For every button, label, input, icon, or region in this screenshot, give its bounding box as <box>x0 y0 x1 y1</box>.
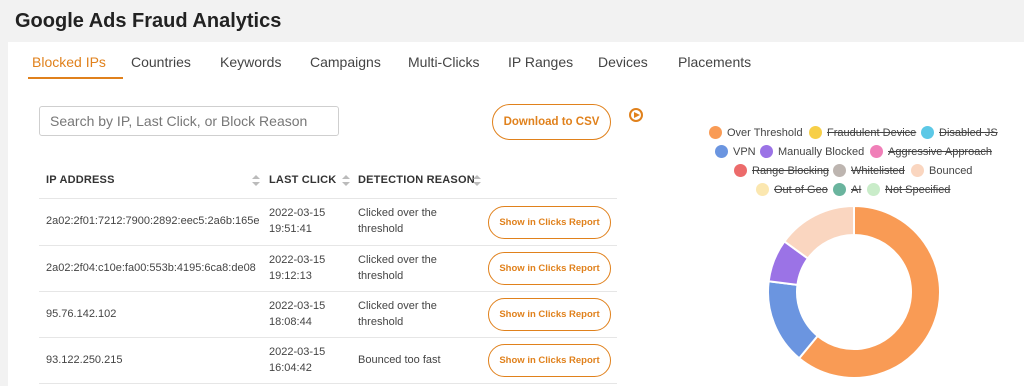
legend-item[interactable]: Manually Blocked <box>760 145 864 158</box>
last-click-time: 16:04:42 <box>269 362 312 374</box>
last-click-cell: 2022-03-15 16:04:42 <box>269 344 349 376</box>
table-divider <box>39 337 617 338</box>
legend-item[interactable]: Fraudulent Device <box>809 126 916 139</box>
legend-item[interactable]: Aggressive Approach <box>870 145 992 158</box>
legend-swatch <box>760 145 773 158</box>
legend-item[interactable]: Bounced <box>911 164 972 177</box>
legend-item[interactable]: AI <box>833 183 861 196</box>
analytics-card: Blocked IPs Countries Keywords Campaigns… <box>8 42 1024 386</box>
legend-swatch <box>833 164 846 177</box>
last-click-time: 18:08:44 <box>269 316 312 328</box>
tab-campaigns[interactable]: Campaigns <box>310 54 381 70</box>
table-divider <box>39 198 617 199</box>
last-click-date: 2022-03-15 <box>269 207 326 219</box>
last-click-cell: 2022-03-15 19:12:13 <box>269 252 349 284</box>
blocked-reasons-donut-chart <box>767 205 941 379</box>
tab-devices[interactable]: Devices <box>598 54 648 70</box>
show-in-clicks-report-button[interactable]: Show in Clicks Report <box>488 344 611 377</box>
tab-ip-ranges[interactable]: IP Ranges <box>508 54 573 70</box>
legend-item[interactable]: Out of Geo <box>756 183 828 196</box>
last-click-time: 19:51:41 <box>269 223 312 235</box>
tab-countries[interactable]: Countries <box>131 54 191 70</box>
legend-item[interactable]: Whitelisted <box>833 164 905 177</box>
last-click-time: 19:12:13 <box>269 270 312 282</box>
sort-icon[interactable] <box>342 175 350 187</box>
ip-address-cell: 95.76.142.102 <box>46 308 117 320</box>
tab-multi-clicks[interactable]: Multi-Clicks <box>408 54 480 70</box>
last-click-date: 2022-03-15 <box>269 300 326 312</box>
legend-item[interactable]: Not Specified <box>867 183 950 196</box>
tab-placements[interactable]: Placements <box>678 54 751 70</box>
legend-swatch <box>709 126 722 139</box>
column-header-ip-address[interactable]: IP ADDRESS <box>46 174 115 186</box>
legend-item[interactable]: Disabled JS <box>921 126 998 139</box>
legend-swatch <box>867 183 880 196</box>
search-input[interactable] <box>39 106 339 136</box>
show-in-clicks-report-button[interactable]: Show in Clicks Report <box>488 298 611 331</box>
download-csv-button[interactable]: Download to CSV <box>492 104 611 140</box>
legend-item[interactable]: Range Blocking <box>734 164 829 177</box>
last-click-cell: 2022-03-15 19:51:41 <box>269 205 349 237</box>
detection-reason-cell: Clicked over the threshold <box>358 254 437 282</box>
legend-swatch <box>715 145 728 158</box>
sort-icon[interactable] <box>473 175 481 187</box>
legend-swatch <box>734 164 747 177</box>
table-divider <box>39 291 617 292</box>
last-click-date: 2022-03-15 <box>269 254 326 266</box>
legend-swatch <box>833 183 846 196</box>
detection-reason-cell: Bounced too fast <box>358 354 441 366</box>
last-click-cell: 2022-03-15 18:08:44 <box>269 298 349 330</box>
legend-swatch <box>921 126 934 139</box>
legend-swatch <box>809 126 822 139</box>
column-header-detection-reason[interactable]: DETECTION REASON <box>358 174 475 186</box>
last-click-date: 2022-03-15 <box>269 346 326 358</box>
show-in-clicks-report-button[interactable]: Show in Clicks Report <box>488 206 611 239</box>
ip-address-cell: 2a02:2f04:c10e:fa00:553b:4195:6ca8:de08 <box>46 262 256 274</box>
column-header-last-click[interactable]: LAST CLICK <box>269 174 336 186</box>
legend-swatch <box>870 145 883 158</box>
table-divider <box>39 383 617 384</box>
active-tab-indicator <box>28 77 123 79</box>
detection-reason-cell: Clicked over the threshold <box>358 300 437 328</box>
table-divider <box>39 245 617 246</box>
tab-keywords[interactable]: Keywords <box>220 54 281 70</box>
detection-reason-cell: Clicked over the threshold <box>358 207 437 235</box>
tab-blocked-ips[interactable]: Blocked IPs <box>32 54 106 70</box>
play-circle-icon[interactable] <box>629 108 643 122</box>
legend-swatch <box>911 164 924 177</box>
tab-bar: Blocked IPs Countries Keywords Campaigns… <box>18 42 1018 80</box>
legend-swatch <box>756 183 769 196</box>
legend-item[interactable]: Over Threshold <box>709 126 803 139</box>
sort-icon[interactable] <box>252 175 260 187</box>
legend-item[interactable]: VPN <box>715 145 756 158</box>
ip-address-cell: 2a02:2f01:7212:7900:2892:eec5:2a6b:165e <box>46 215 260 227</box>
page-title: Google Ads Fraud Analytics <box>15 10 282 32</box>
ip-address-cell: 93.122.250.215 <box>46 354 123 366</box>
show-in-clicks-report-button[interactable]: Show in Clicks Report <box>488 252 611 285</box>
